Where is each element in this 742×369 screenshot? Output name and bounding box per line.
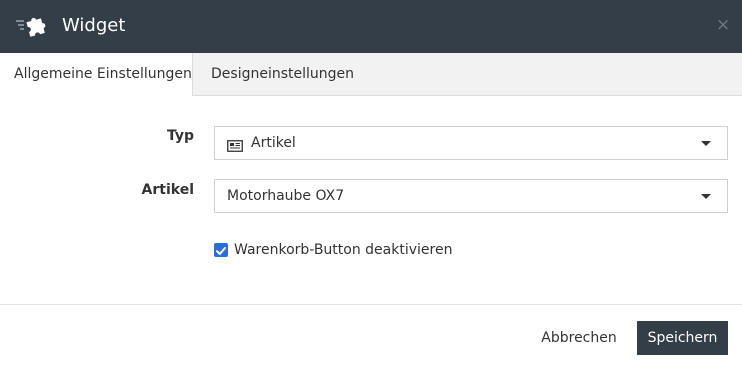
cart-button-checkbox[interactable] bbox=[214, 243, 228, 257]
article-icon bbox=[227, 137, 243, 152]
tab-general-settings[interactable]: Allgemeine Einstellungen bbox=[0, 53, 193, 96]
close-icon[interactable]: × bbox=[716, 16, 730, 34]
widget-dialog: Widget × Allgemeine Einstellungen Design… bbox=[0, 0, 742, 369]
save-button[interactable]: Speichern bbox=[637, 321, 728, 355]
tab-design-settings[interactable]: Designeinstellungen bbox=[193, 53, 354, 95]
article-label: Artikel bbox=[141, 182, 194, 198]
type-select[interactable]: Artikel bbox=[214, 126, 728, 160]
cancel-button[interactable]: Abbrechen bbox=[536, 321, 622, 355]
type-select-value: Artikel bbox=[251, 135, 296, 151]
article-select-value: Motorhaube OX7 bbox=[227, 188, 345, 204]
type-label: Typ bbox=[166, 128, 194, 144]
check-icon bbox=[216, 247, 226, 255]
puzzle-icon bbox=[16, 12, 50, 38]
chevron-down-icon bbox=[701, 141, 711, 146]
dialog-title: Widget bbox=[62, 15, 126, 36]
article-select[interactable]: Motorhaube OX7 bbox=[214, 179, 728, 213]
tab-bar: Allgemeine Einstellungen Designeinstellu… bbox=[0, 53, 742, 96]
chevron-down-icon bbox=[701, 194, 711, 199]
footer-divider bbox=[0, 304, 742, 305]
dialog-header: Widget × bbox=[0, 0, 742, 53]
checkbox-label[interactable]: Warenkorb-Button deaktivieren bbox=[234, 241, 452, 259]
